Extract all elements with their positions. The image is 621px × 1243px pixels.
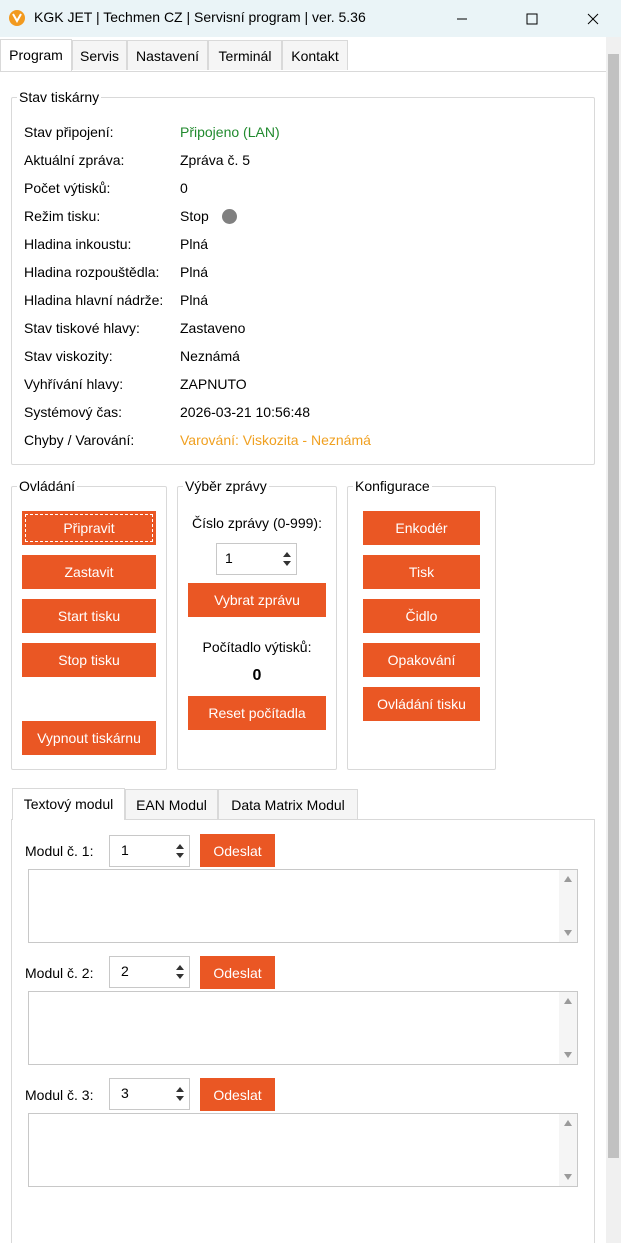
print-control-button[interactable]: Ovládání tisku (363, 687, 480, 721)
status-value-solvent: Plná (180, 264, 209, 280)
print-config-button[interactable]: Tisk (363, 555, 480, 589)
module-3-send-button[interactable]: Odeslat (200, 1078, 275, 1111)
stop-print-button[interactable]: Stop tisku (22, 643, 156, 677)
message-number-label: Číslo zprávy (0-999): (192, 515, 322, 531)
module-2-number-input[interactable]: 2 (109, 956, 190, 988)
status-value-connection: Připojeno (LAN) (180, 124, 280, 140)
status-value-print-count: 0 (180, 180, 188, 196)
spin-arrows-icon[interactable] (175, 841, 185, 861)
module-1-send-button[interactable]: Odeslat (200, 834, 275, 867)
control-group-title: Ovládání (17, 478, 78, 494)
scroll-down-icon[interactable] (563, 1173, 573, 1181)
close-icon (587, 13, 599, 24)
status-label-errors: Chyby / Varování: (24, 432, 135, 448)
status-value-print-mode: Stop (180, 208, 209, 224)
module-3-text-area[interactable] (28, 1113, 578, 1187)
message-select-title: Výběr zprávy (183, 478, 269, 494)
status-label-solvent: Hladina rozpouštědla: (24, 264, 160, 280)
printer-status-title: Stav tiskárny (17, 89, 102, 105)
minimize-button[interactable] (439, 0, 485, 37)
module-1-text-scrollbar[interactable] (559, 870, 577, 942)
status-value-system-time: 2026-03-21 10:56:48 (180, 404, 310, 420)
module-3-text-scrollbar[interactable] (559, 1114, 577, 1186)
module-3-label: Modul č. 3: (25, 1087, 94, 1103)
scroll-up-icon[interactable] (563, 997, 573, 1005)
module-1-number-value: 1 (121, 842, 129, 858)
stop-button[interactable]: Zastavit (22, 555, 156, 589)
module-1-number-input[interactable]: 1 (109, 835, 190, 867)
scroll-up-icon[interactable] (563, 875, 573, 883)
scroll-up-icon[interactable] (563, 1119, 573, 1127)
tab-nastaveni[interactable]: Nastavení (127, 40, 208, 70)
message-number-input[interactable]: 1 (216, 543, 297, 575)
print-counter-label: Počítadlo výtisků: (202, 639, 312, 655)
maximize-icon (526, 13, 538, 24)
status-label-ink: Hladina inkoustu: (24, 236, 132, 252)
config-group-title: Konfigurace (353, 478, 432, 494)
scroll-down-icon[interactable] (563, 929, 573, 937)
status-label-main-tank: Hladina hlavní nádrže: (24, 292, 164, 308)
status-label-print-count: Počet výtisků: (24, 180, 111, 196)
module-3-number-input[interactable]: 3 (109, 1078, 190, 1110)
status-label-print-mode: Režim tisku: (24, 208, 101, 224)
spin-arrows-icon[interactable] (175, 1084, 185, 1104)
tab-datamatrix-module[interactable]: Data Matrix Modul (218, 789, 358, 819)
status-label-system-time: Systémový čas: (24, 404, 123, 420)
status-value-errors: Varování: Viskozita - Neznámá (180, 432, 371, 448)
reset-counter-button[interactable]: Reset počítadla (188, 696, 326, 730)
main-scrollbar-thumb[interactable] (608, 54, 619, 1158)
module-2-text-scrollbar[interactable] (559, 992, 577, 1064)
status-value-message: Zpráva č. 5 (180, 152, 251, 168)
tab-servis[interactable]: Servis (72, 40, 127, 70)
minimize-icon (457, 18, 467, 19)
prepare-button[interactable]: Připravit (22, 511, 156, 545)
print-counter-value: 0 (252, 667, 262, 684)
tab-text-module[interactable]: Textový modul (12, 788, 125, 820)
shutdown-printer-button[interactable]: Vypnout tiskárnu (22, 721, 156, 755)
status-value-main-tank: Plná (180, 292, 209, 308)
status-dot-icon (222, 209, 237, 224)
repeat-button[interactable]: Opakování (363, 643, 480, 677)
module-2-text-area[interactable] (28, 991, 578, 1065)
maximize-button[interactable] (509, 0, 555, 37)
module-1-label: Modul č. 1: (25, 843, 94, 859)
spin-arrows-icon[interactable] (175, 962, 185, 982)
status-label-viscosity: Stav viskozity: (24, 348, 113, 364)
status-label-connection: Stav připojení: (24, 124, 114, 140)
scroll-down-icon[interactable] (563, 1051, 573, 1059)
encoder-button[interactable]: Enkodér (363, 511, 480, 545)
tab-program[interactable]: Program (0, 39, 72, 71)
tab-kontakt[interactable]: Kontakt (282, 40, 348, 70)
module-3-number-value: 3 (121, 1085, 129, 1101)
status-label-head-heating: Vyhřívání hlavy: (24, 376, 124, 392)
sensor-button[interactable]: Čidlo (363, 599, 480, 633)
kgk-logo-icon (8, 9, 26, 27)
window-title: KGK JET | Techmen CZ | Servisní program … (34, 9, 366, 25)
start-print-button[interactable]: Start tisku (22, 599, 156, 633)
select-message-button[interactable]: Vybrat zprávu (188, 583, 326, 617)
tab-terminal[interactable]: Terminál (208, 40, 282, 70)
module-2-send-button[interactable]: Odeslat (200, 956, 275, 989)
module-1-text-area[interactable] (28, 869, 578, 943)
spin-arrows-icon[interactable] (282, 549, 292, 569)
status-value-head-heating: ZAPNUTO (180, 376, 247, 392)
tab-ean-module[interactable]: EAN Modul (125, 789, 218, 819)
module-2-label: Modul č. 2: (25, 965, 94, 981)
module-2-number-value: 2 (121, 963, 129, 979)
status-label-print-head: Stav tiskové hlavy: (24, 320, 140, 336)
status-value-print-head: Zastaveno (180, 320, 246, 336)
message-number-value: 1 (225, 550, 233, 566)
status-label-message: Aktuální zpráva: (24, 152, 125, 168)
status-value-ink: Plná (180, 236, 209, 252)
status-value-viscosity: Neznámá (180, 348, 240, 364)
close-button[interactable] (570, 0, 616, 37)
